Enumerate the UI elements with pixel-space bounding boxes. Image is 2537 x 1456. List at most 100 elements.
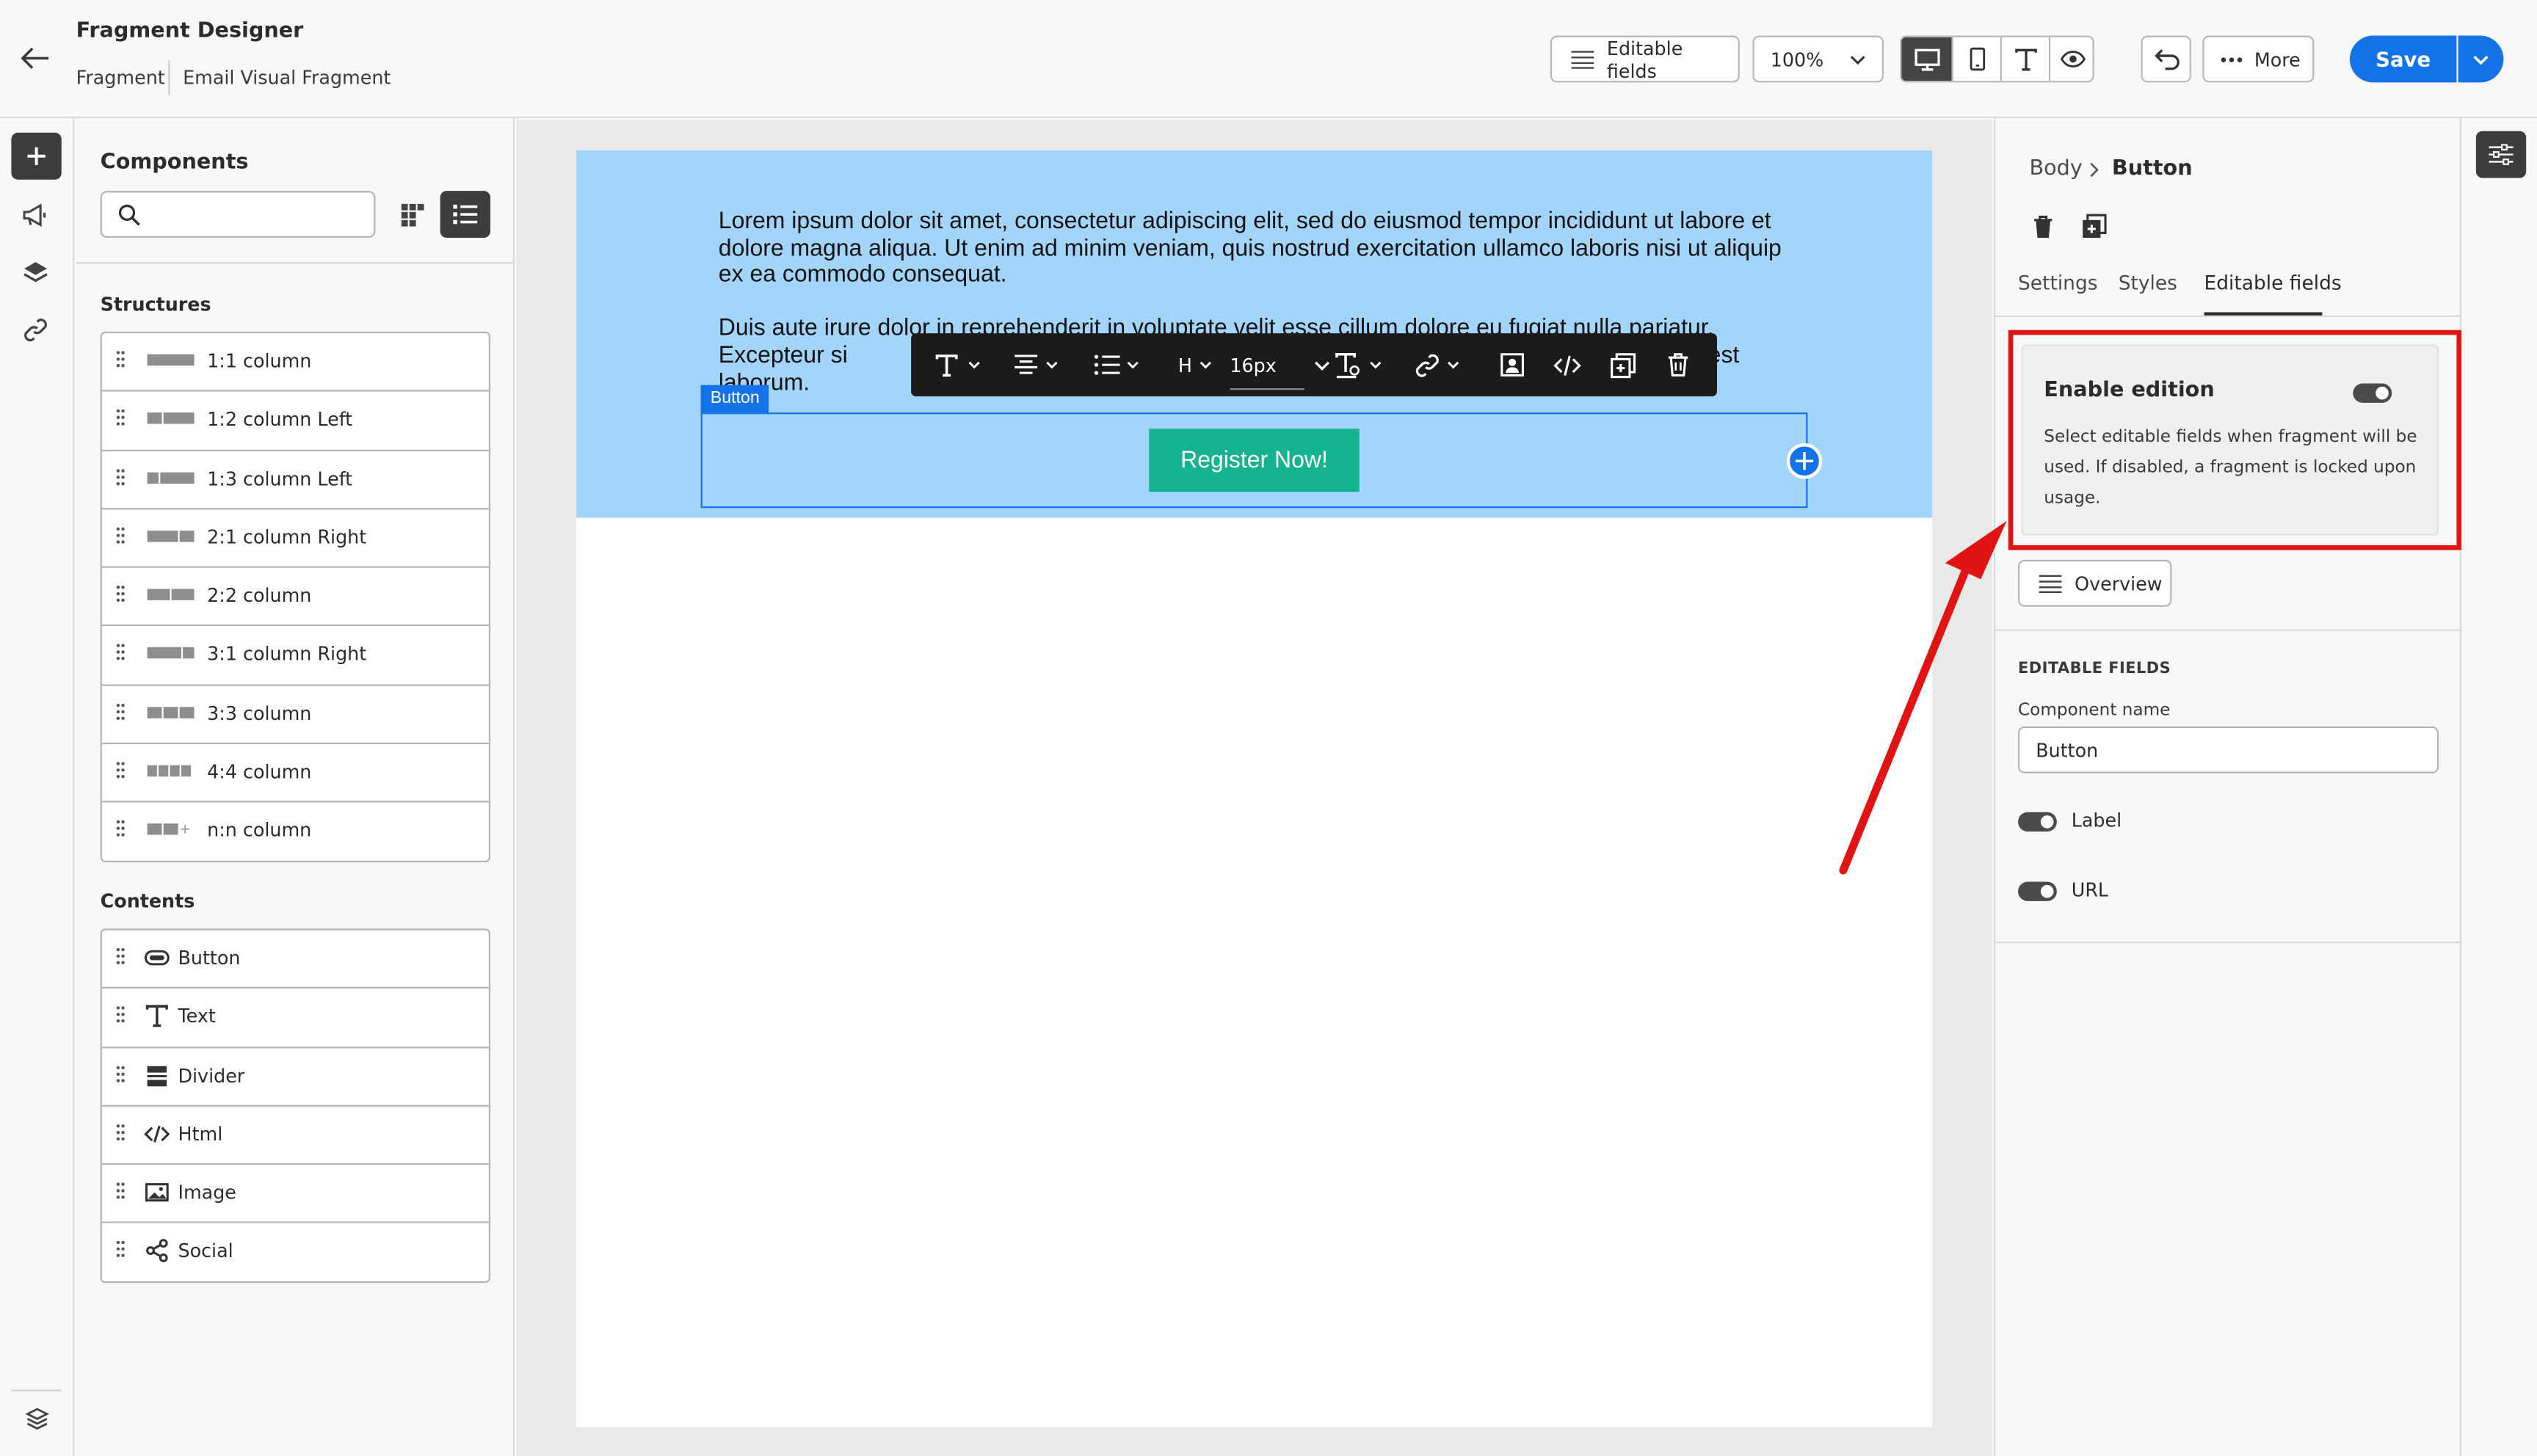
- grid-view-button[interactable]: [393, 194, 432, 236]
- top-bar: Fragment Designer Fragment Email Visual …: [0, 0, 2537, 118]
- properties-panel: Body Button Settings Styles Editable fie…: [1993, 117, 2462, 1456]
- content-item-html[interactable]: Html: [101, 1107, 489, 1165]
- megaphone-icon: [23, 203, 46, 228]
- content-item-image[interactable]: Image: [101, 1165, 489, 1224]
- structure-item[interactable]: 1:2 column Left: [101, 392, 489, 451]
- column-layout-icon: [147, 647, 195, 661]
- back-button[interactable]: [16, 42, 55, 74]
- component-name-field[interactable]: Button: [2018, 726, 2439, 774]
- structure-item[interactable]: 3:1 column Right: [101, 627, 489, 686]
- content-label: Html: [178, 1122, 223, 1146]
- content-label: Divider: [178, 1063, 245, 1087]
- mobile-icon: [1969, 47, 1985, 71]
- content-label: Button: [178, 946, 241, 969]
- font-size-tool[interactable]: 16px: [1230, 333, 1330, 396]
- search-divider: [76, 262, 513, 264]
- duplicate-component-button[interactable]: [2078, 211, 2110, 243]
- layers-toggle-button[interactable]: [19, 1402, 54, 1435]
- content-item-divider[interactable]: Divider: [101, 1048, 489, 1107]
- share-icon: [146, 1240, 168, 1264]
- structure-item[interactable]: 3:3 column: [101, 685, 489, 745]
- structure-item[interactable]: 1:3 column Left: [101, 451, 489, 510]
- breadcrumb-fragment-name[interactable]: Email Visual Fragment: [183, 66, 391, 89]
- tab-settings[interactable]: Settings: [2018, 272, 2098, 294]
- contents-list: Button Text Divider Html Image Social: [100, 928, 490, 1284]
- components-search-input[interactable]: [150, 199, 368, 230]
- drag-handle-icon: [116, 703, 126, 722]
- list-view-button[interactable]: [440, 191, 490, 239]
- align-center-icon: [1015, 354, 1038, 374]
- text-view-button[interactable]: [2000, 37, 2049, 81]
- links-button[interactable]: [18, 314, 53, 346]
- heading-tool[interactable]: H: [1178, 333, 1212, 396]
- duplicate-tool[interactable]: [1610, 333, 1636, 396]
- align-tool[interactable]: [1013, 333, 1059, 396]
- content-item-button[interactable]: Button: [101, 931, 489, 989]
- hero-section[interactable]: Lorem ipsum dolor sit amet, consectetur …: [576, 150, 1933, 518]
- zoom-value: 100%: [1770, 48, 1824, 70]
- mobile-view-button[interactable]: [1951, 37, 2000, 81]
- structure-label: 3:3 column: [207, 702, 312, 725]
- text-toolbar: H 16px: [911, 333, 1717, 397]
- undo-button[interactable]: [2141, 35, 2191, 83]
- drag-handle-icon: [116, 410, 126, 429]
- paragraph-2-line-2-start[interactable]: Excepteur si: [719, 343, 848, 370]
- chevron-right-icon: [2090, 162, 2099, 178]
- plus-icon: [27, 147, 46, 165]
- delete-component-button[interactable]: [2028, 211, 2057, 243]
- column-layout-icon: [147, 412, 195, 426]
- zoom-select[interactable]: 100%: [1752, 35, 1884, 83]
- undo-icon: [2154, 48, 2179, 70]
- content-item-social[interactable]: Social: [102, 1224, 489, 1283]
- delete-tool[interactable]: [1667, 333, 1690, 396]
- structure-item[interactable]: 2:1 column Right: [101, 509, 489, 569]
- text-style-tool[interactable]: [935, 333, 981, 396]
- list-icon: [453, 204, 478, 225]
- code-tool[interactable]: [1553, 333, 1581, 396]
- chevron-down-icon: [1315, 360, 1330, 370]
- list-tool[interactable]: [1094, 333, 1139, 396]
- trash-icon: [1668, 353, 1688, 376]
- tab-styles[interactable]: Styles: [2119, 272, 2177, 294]
- structure-item[interactable]: 1:1 column: [101, 333, 489, 393]
- save-button[interactable]: Save: [2349, 35, 2457, 83]
- chevron-down-icon: [1127, 361, 1139, 369]
- content-label: Text: [178, 1005, 216, 1028]
- column-layout-icon: [147, 589, 195, 603]
- structure-label: 1:1 column: [207, 349, 312, 373]
- column-layout-icon: [147, 530, 195, 544]
- structure-item[interactable]: 4:4 column: [101, 744, 489, 804]
- move-handle[interactable]: [1786, 443, 1823, 479]
- text-icon: [145, 1005, 168, 1028]
- drag-handle-icon: [116, 1182, 126, 1202]
- components-search[interactable]: [100, 191, 376, 239]
- breadcrumb-fragment[interactable]: Fragment: [76, 66, 165, 89]
- assets-button[interactable]: [18, 199, 53, 231]
- stack-icon: [25, 1408, 50, 1430]
- register-button[interactable]: Register Now!: [1149, 429, 1360, 492]
- url-toggle-label: URL: [2071, 878, 2109, 901]
- paragraph-1[interactable]: Lorem ipsum dolor sit amet, consectetur …: [719, 208, 1803, 289]
- text-color-tool[interactable]: [1335, 333, 1382, 396]
- properties-toggle-button[interactable]: [2475, 131, 2527, 178]
- structures-list: 1:1 column 1:2 column Left 1:3 column Le…: [100, 331, 490, 862]
- save-options-button[interactable]: [2458, 35, 2504, 83]
- structure-label: 3:1 column Right: [207, 643, 367, 666]
- preview-button[interactable]: [2048, 37, 2093, 81]
- breadcrumb-body[interactable]: Body: [2029, 157, 2082, 181]
- link-tool[interactable]: [1415, 333, 1460, 396]
- editable-fields-button[interactable]: Editable fields: [1550, 35, 1740, 83]
- desktop-view-button[interactable]: [1901, 37, 1952, 81]
- save-label: Save: [2376, 46, 2431, 71]
- tab-editable-fields[interactable]: Editable fields: [2204, 272, 2342, 294]
- structure-item[interactable]: 2:2 column: [101, 568, 489, 627]
- personalization-tool[interactable]: [1500, 333, 1525, 396]
- drag-handle-icon: [116, 1124, 126, 1143]
- layers-button[interactable]: [18, 258, 53, 290]
- structure-item[interactable]: + n:n column: [102, 803, 489, 862]
- content-item-text[interactable]: Text: [101, 989, 489, 1048]
- text-icon: [935, 354, 958, 376]
- link-icon: [1415, 353, 1439, 376]
- more-button[interactable]: More: [2202, 35, 2315, 83]
- add-components-button[interactable]: [11, 132, 62, 180]
